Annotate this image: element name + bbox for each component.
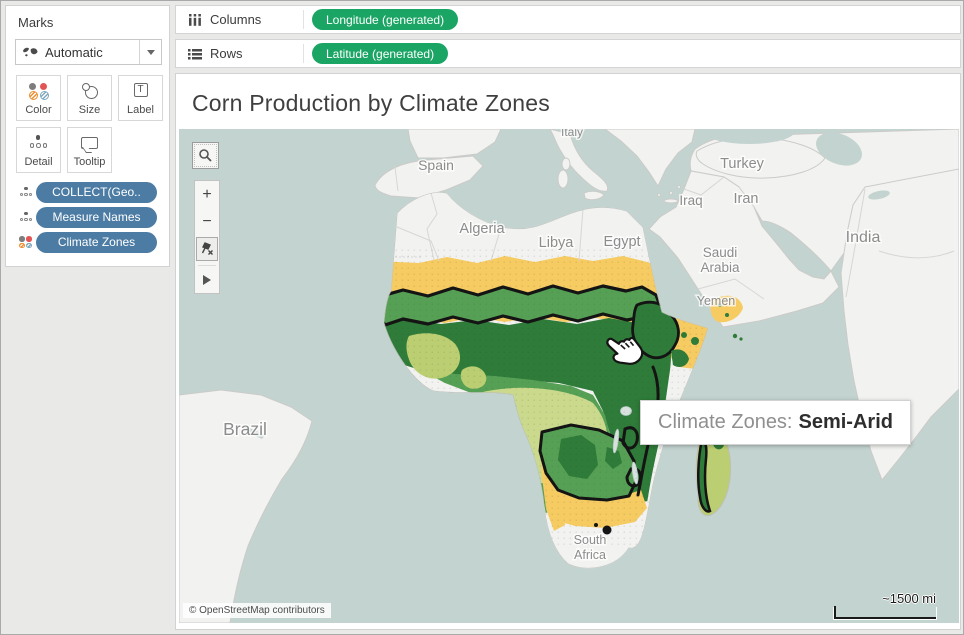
detail-button-label: Detail (24, 156, 52, 168)
shelf-divider (303, 44, 304, 63)
size-circles-icon (81, 83, 99, 99)
map-svg: Italy Spain Turkey Iraq Iran Algeria Lib… (179, 129, 959, 623)
map-label-saudi: Saudi (703, 245, 738, 260)
map-label-iran: Iran (734, 191, 759, 207)
label-button[interactable]: T Label (118, 75, 163, 121)
divider (198, 265, 216, 266)
pin-x-icon (196, 237, 218, 261)
detail-dots-icon (30, 135, 48, 150)
pill-latitude[interactable]: Latitude (generated) (312, 43, 448, 64)
tooltip-bubble-icon (81, 137, 98, 149)
pill-measure-names[interactable]: Measure Names (36, 207, 157, 228)
pill-row: Climate Zones (16, 231, 157, 253)
pin-clear-button[interactable] (195, 235, 219, 263)
map-label-spain: Spain (418, 157, 454, 173)
map-label-africa: Africa (574, 548, 606, 562)
world-map-icon (22, 46, 39, 58)
mark-type-dropdown[interactable]: Automatic (15, 39, 162, 65)
play-arrow-icon (203, 275, 211, 285)
map-label-egypt: Egypt (603, 234, 640, 250)
pill-row: Measure Names (16, 206, 157, 228)
rows-shelf[interactable]: Rows Latitude (generated) (175, 39, 961, 68)
sheet-title: Corn Production by Climate Zones (192, 90, 550, 117)
map-label-turkey: Turkey (720, 156, 765, 172)
pill-collect-geo[interactable]: COLLECT(Geo.. (36, 182, 157, 203)
map-canvas[interactable]: Italy Spain Turkey Iraq Iran Algeria Lib… (179, 129, 959, 623)
map-label-yemen: Yemen (697, 294, 736, 308)
pill-row: COLLECT(Geo.. (16, 181, 157, 203)
detail-button[interactable]: Detail (16, 127, 61, 173)
detail-dots-icon (20, 187, 33, 198)
rows-icon (187, 48, 203, 60)
map-search-button[interactable] (192, 142, 219, 169)
worksheet-view: Corn Production by Climate Zones (175, 73, 961, 630)
dropdown-caret-box (139, 40, 161, 64)
map-scale-label: ~1500 mi (834, 591, 938, 606)
pill-longitude[interactable]: Longitude (generated) (312, 9, 458, 30)
map-attribution[interactable]: © OpenStreetMap contributors (183, 603, 331, 618)
tableau-workspace: Marks Automatic Color Size T Label Detai… (0, 0, 964, 635)
size-button[interactable]: Size (67, 75, 112, 121)
marks-panel: Marks Automatic Color Size T Label Detai… (5, 5, 170, 267)
size-button-label: Size (79, 104, 100, 116)
map-label-india: India (846, 229, 881, 246)
chevron-down-icon (147, 50, 155, 55)
map-label-arabia: Arabia (700, 260, 740, 275)
map-label-italy: Italy (561, 129, 583, 139)
zoom-out-button[interactable]: − (195, 208, 219, 235)
rows-shelf-label: Rows (210, 46, 243, 61)
map-zoom-controls: + − (194, 180, 220, 294)
map-label-brazil: Brazil (223, 419, 267, 439)
map-label-algeria: Algeria (459, 221, 505, 237)
map-scale-line (834, 606, 936, 619)
color-dots-icon (19, 236, 33, 248)
map-tooltip: Climate Zones: Semi-Arid (640, 400, 911, 445)
color-dots-icon (29, 83, 48, 98)
magnifier-icon (198, 148, 213, 163)
label-button-label: Label (127, 104, 154, 116)
map-label-south: South (574, 533, 607, 547)
label-t-icon: T (134, 83, 148, 97)
tooltip-field-value: Semi-Arid (799, 411, 893, 433)
pill-climate-zones[interactable]: Climate Zones (36, 232, 157, 253)
tooltip-field-label: Climate Zones: (658, 411, 793, 433)
detail-dots-icon (20, 212, 33, 223)
tooltip-button-label: Tooltip (74, 156, 106, 168)
columns-shelf-label: Columns (210, 12, 261, 27)
zoom-in-button[interactable]: + (195, 181, 219, 208)
map-label-iraq: Iraq (679, 193, 702, 208)
shelf-divider (303, 10, 304, 29)
mark-type-value: Automatic (45, 45, 139, 60)
map-controls-expand-button[interactable] (195, 268, 219, 291)
color-button-label: Color (25, 104, 51, 116)
map-label-libya: Libya (539, 235, 575, 251)
columns-shelf[interactable]: Columns Longitude (generated) (175, 5, 961, 34)
columns-icon (187, 14, 203, 26)
marks-panel-title: Marks (18, 15, 53, 30)
map-scale: ~1500 mi (834, 591, 938, 619)
tooltip-button[interactable]: Tooltip (67, 127, 112, 173)
color-button[interactable]: Color (16, 75, 61, 121)
